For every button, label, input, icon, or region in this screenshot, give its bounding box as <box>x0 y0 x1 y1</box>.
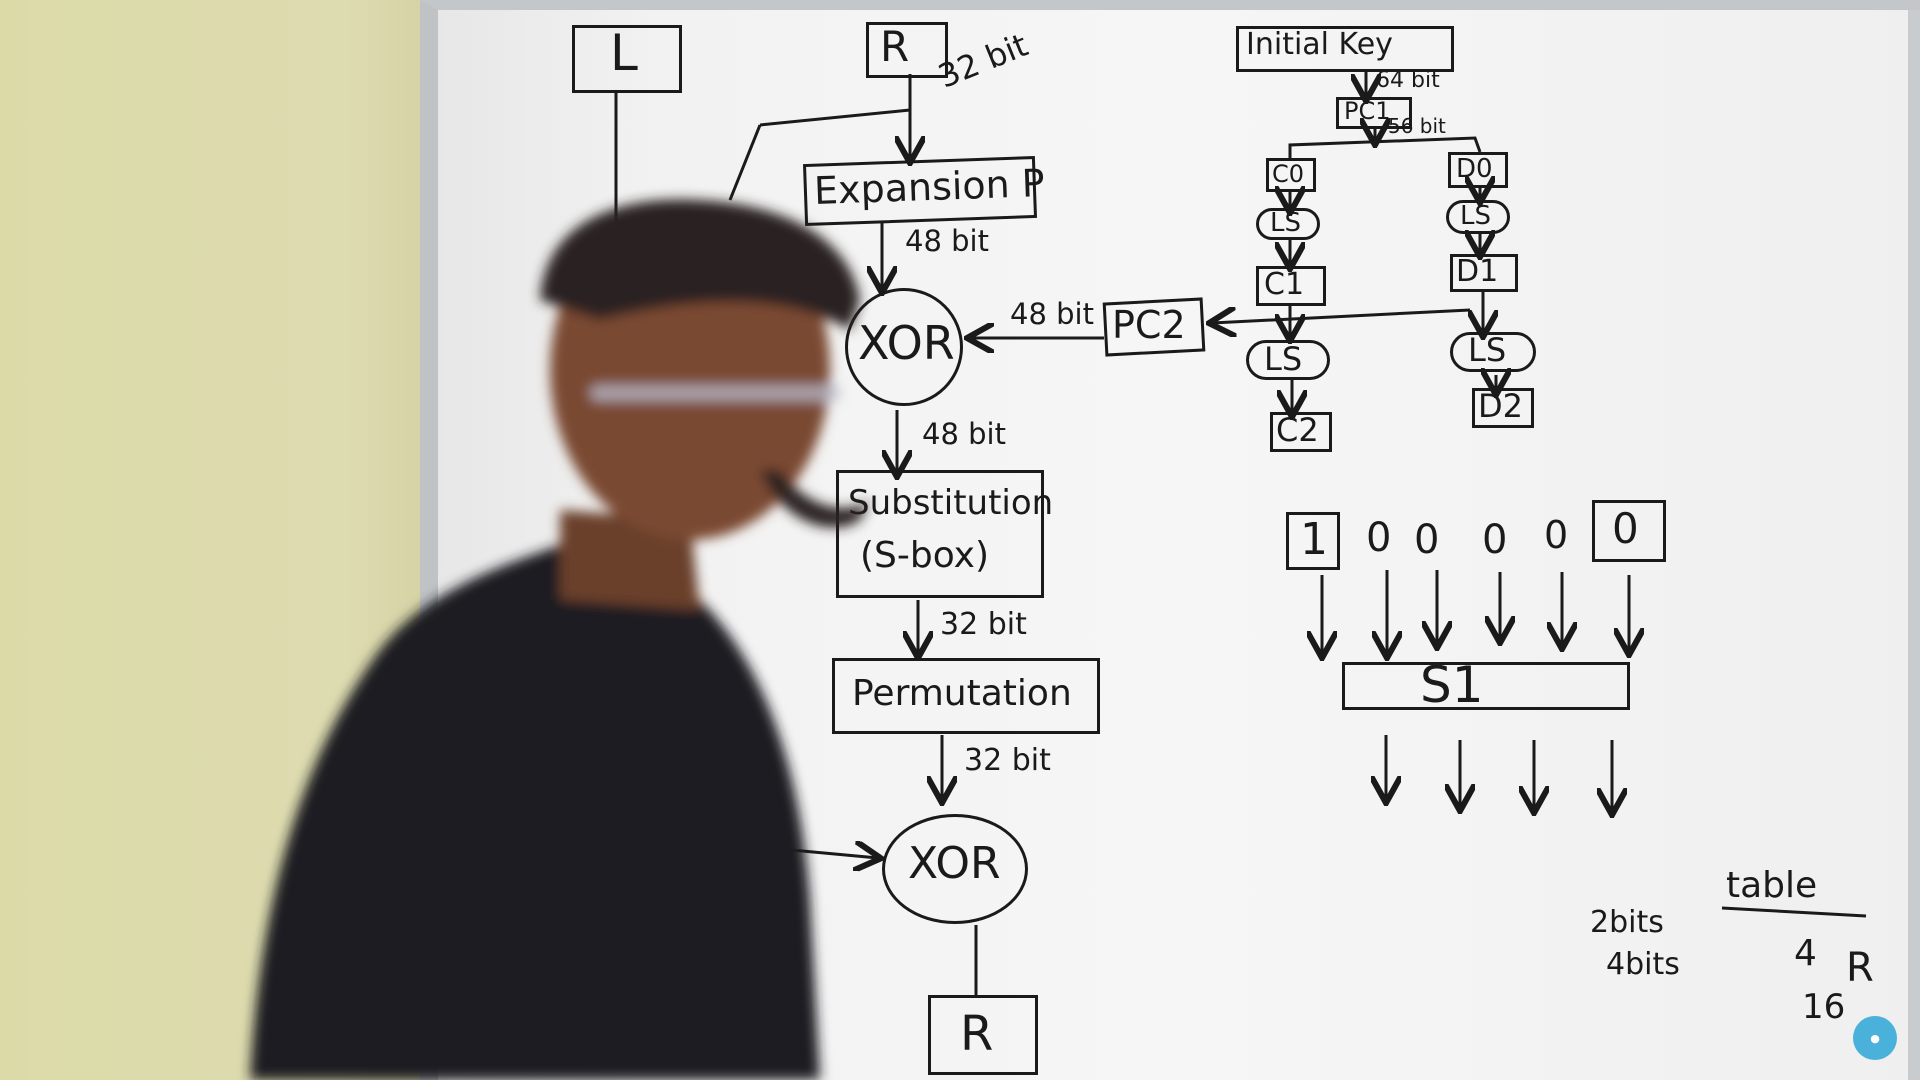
presenter <box>250 199 870 1080</box>
video-frame: L R 32 bit Expansion P 48 bit XOR 48 bit… <box>0 0 1920 1080</box>
channel-logo-icon: ● <box>1853 1016 1897 1060</box>
